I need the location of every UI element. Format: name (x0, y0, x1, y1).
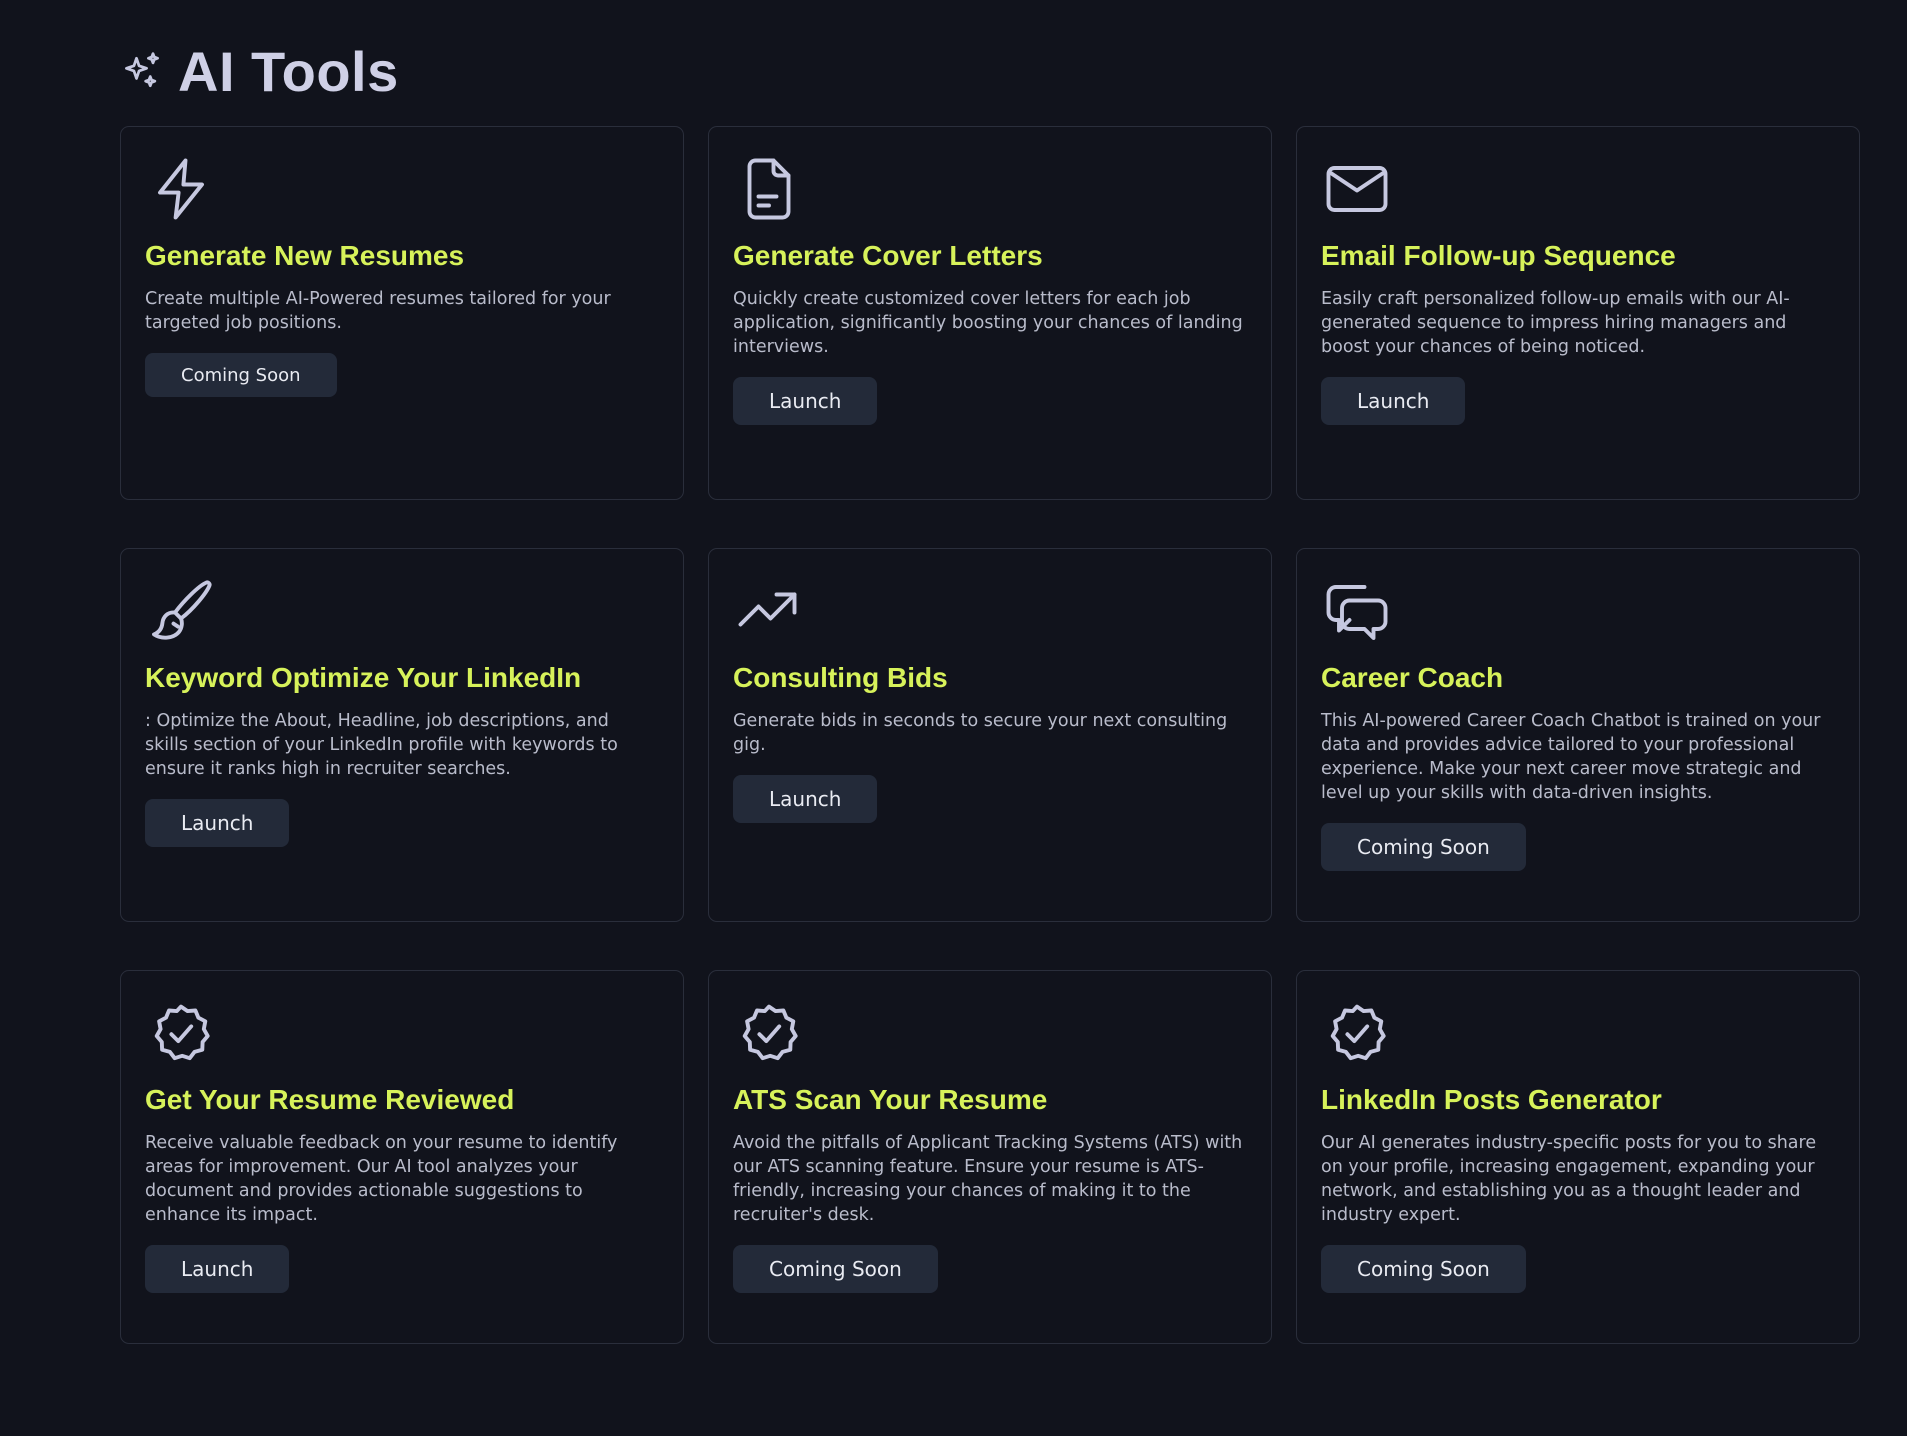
card-description: Receive valuable feedback on your resume… (145, 1133, 618, 1225)
paintbrush-icon (145, 575, 217, 647)
card-description: : Optimize the About, Headline, job desc… (145, 711, 618, 779)
tool-card-linkedin-posts-generator: LinkedIn Posts Generator Our AI generate… (1296, 970, 1860, 1344)
chat-bubbles-icon (1321, 575, 1393, 647)
tool-card-keyword-optimize-linkedin: Keyword Optimize Your LinkedIn : Optimiz… (120, 548, 684, 922)
badge-check-icon (145, 997, 217, 1069)
card-description: Generate bids in seconds to secure your … (733, 711, 1228, 755)
tool-card-ats-scan-resume: ATS Scan Your Resume Avoid the pitfalls … (708, 970, 1272, 1344)
badge-check-icon (733, 997, 805, 1069)
launch-button[interactable]: Launch (145, 799, 290, 847)
launch-button[interactable]: Launch (733, 377, 878, 425)
page-title: AI Tools (178, 40, 399, 103)
tool-card-consulting-bids: Consulting Bids Generate bids in seconds… (708, 548, 1272, 922)
card-description: Create multiple AI-Powered resumes tailo… (145, 289, 611, 333)
coming-soon-button[interactable]: Coming Soon (733, 1245, 938, 1293)
tool-card-email-follow-up-sequence: Email Follow-up Sequence Easily craft pe… (1296, 126, 1860, 500)
card-description: This AI-powered Career Coach Chatbot is … (1321, 711, 1821, 803)
sparkles-icon (120, 50, 164, 94)
coming-soon-button[interactable]: Coming Soon (1321, 1245, 1526, 1293)
tool-card-get-resume-reviewed: Get Your Resume Reviewed Receive valuabl… (120, 970, 684, 1344)
card-title: ATS Scan Your Resume (733, 1084, 1048, 1115)
envelope-icon (1321, 153, 1393, 225)
ai-tools-page: AI Tools Generate New Resumes Create mul… (0, 0, 1907, 1436)
lightning-icon (145, 153, 217, 225)
card-description: Quickly create customized cover letters … (733, 289, 1243, 357)
launch-button[interactable]: Launch (733, 775, 878, 823)
document-icon (733, 153, 805, 225)
page-header: AI Tools (120, 44, 399, 100)
card-title: LinkedIn Posts Generator (1321, 1084, 1662, 1115)
card-title: Keyword Optimize Your LinkedIn (145, 662, 582, 693)
tools-grid: Generate New Resumes Create multiple AI-… (120, 126, 1860, 1344)
card-title: Generate Cover Letters (733, 240, 1043, 271)
launch-button[interactable]: Launch (1321, 377, 1466, 425)
coming-soon-button[interactable]: Coming Soon (1321, 823, 1526, 871)
launch-button[interactable]: Launch (145, 1245, 290, 1293)
card-title: Consulting Bids (733, 662, 948, 693)
card-description: Avoid the pitfalls of Applicant Tracking… (733, 1133, 1243, 1225)
tool-card-career-coach: Career Coach This AI-powered Career Coac… (1296, 548, 1860, 922)
card-title: Email Follow-up Sequence (1321, 240, 1676, 271)
trending-up-icon (733, 575, 805, 647)
card-title: Career Coach (1321, 662, 1504, 693)
badge-check-icon (1321, 997, 1393, 1069)
tool-card-generate-new-resumes: Generate New Resumes Create multiple AI-… (120, 126, 684, 500)
card-description: Easily craft personalized follow-up emai… (1321, 289, 1790, 357)
card-title: Generate New Resumes (145, 240, 465, 271)
card-description: Our AI generates industry-specific posts… (1321, 1133, 1817, 1225)
card-title: Get Your Resume Reviewed (145, 1084, 515, 1115)
coming-soon-button[interactable]: Coming Soon (145, 353, 337, 397)
tool-card-generate-cover-letters: Generate Cover Letters Quickly create cu… (708, 126, 1272, 500)
